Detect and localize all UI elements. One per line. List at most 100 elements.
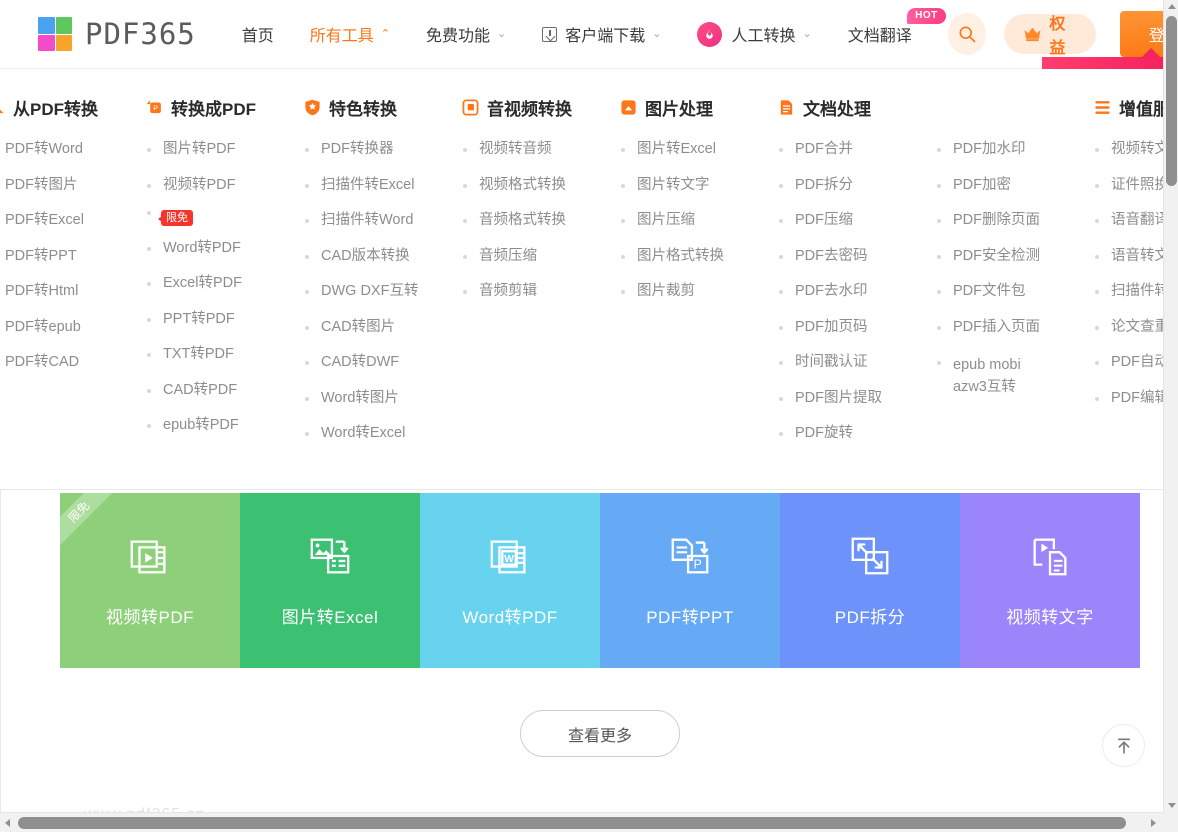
menu-item[interactable]: 语音翻译 xyxy=(1094,212,1163,229)
menu-item[interactable]: 图片转Excel xyxy=(620,141,778,158)
menu-item[interactable]: 语音转文字 xyxy=(1094,248,1163,265)
logo-text: PDF365 xyxy=(85,17,196,51)
featured-tools-row: 限免 视频转PDF 图片转Excel W Word转PDF P PDF转PPT … xyxy=(60,493,1140,668)
menu-item[interactable]: PDF安全检测 xyxy=(936,248,1094,265)
crown-icon xyxy=(1023,26,1042,42)
menu-item[interactable]: PDF转PPT xyxy=(0,248,146,265)
scroll-right-arrow-icon[interactable] xyxy=(1151,819,1156,827)
site-logo[interactable]: PDF365 xyxy=(38,17,196,51)
tile-pdf-to-ppt[interactable]: P PDF转PPT xyxy=(600,493,780,668)
menu-column-title: 转换成PDF xyxy=(171,99,256,119)
hot-badge: HOT xyxy=(907,8,946,24)
scroll-down-arrow-icon[interactable] xyxy=(1168,803,1176,808)
tile-pdf-split[interactable]: PDF拆分 xyxy=(780,493,960,668)
menu-item[interactable]: CAD转图片 xyxy=(304,319,462,336)
menu-item[interactable]: 视频转PDF xyxy=(146,177,304,194)
search-icon xyxy=(959,26,976,43)
scroll-up-arrow-icon[interactable] xyxy=(1168,4,1176,9)
menu-column-title: 特色转换 xyxy=(329,99,397,119)
menu-item[interactable]: PDF转CAD xyxy=(0,354,146,371)
tile-video-to-text[interactable]: 视频转文字 xyxy=(960,493,1140,668)
menu-item[interactable]: PDF编辑 xyxy=(1094,390,1163,407)
menu-item[interactable]: 图片裁剪 xyxy=(620,283,778,300)
menu-item[interactable]: epub mobi azw3互转 xyxy=(936,354,1048,398)
menu-item[interactable]: 扫描件转Word xyxy=(304,212,462,229)
vertical-scrollbar[interactable] xyxy=(1163,0,1178,812)
menu-item[interactable]: PDF转图片 xyxy=(0,177,146,194)
menu-item[interactable]: PDF旋转 xyxy=(778,425,936,442)
menu-item[interactable]: CAD转DWF xyxy=(304,354,462,371)
nav-item-doc-translate[interactable]: 文档翻译 HOT xyxy=(848,8,946,46)
menu-item[interactable]: 音频剪辑 xyxy=(462,283,620,300)
menu-column-header: 音视频转换 xyxy=(462,95,620,119)
menu-item[interactable]: 时间戳认证 xyxy=(778,354,936,371)
menu-item[interactable]: PPT转PDF xyxy=(146,311,304,328)
menu-item[interactable]: PDF加密 xyxy=(936,177,1094,194)
search-button[interactable] xyxy=(947,13,987,55)
menu-item[interactable]: PDF去密码 xyxy=(778,248,936,265)
nav-item-all-tools[interactable]: 所有工具 ⌃ xyxy=(310,22,390,46)
tile-word-to-pdf[interactable]: W Word转PDF xyxy=(420,493,600,668)
menu-column-from-pdf: P 从PDF转换 PDF转Word PDF转图片 PDF转Excel PDF转P… xyxy=(0,95,146,461)
menu-item[interactable]: 音频压缩 xyxy=(462,248,620,265)
menu-item[interactable]: Excel转PDF xyxy=(146,275,304,292)
menu-item[interactable]: PDF插入页面 xyxy=(936,319,1094,336)
menu-item[interactable]: PDF压缩 xyxy=(778,212,936,229)
chevron-down-icon: ⌄ xyxy=(802,27,812,40)
menu-item[interactable]: PDF加水印 xyxy=(936,141,1094,158)
menu-item[interactable]: PDF转epub xyxy=(0,319,146,336)
menu-item[interactable]: PDF转换器 xyxy=(304,141,462,158)
nav-item-free-features[interactable]: 免费功能 ⌄ xyxy=(426,22,506,46)
benefits-button[interactable]: 权益 xyxy=(1004,14,1096,57)
tile-video-to-pdf[interactable]: 限免 视频转PDF xyxy=(60,493,240,668)
horizontal-scrollbar[interactable] xyxy=(0,812,1178,832)
video-to-pdf-icon xyxy=(127,533,173,584)
vertical-scrollbar-thumb[interactable] xyxy=(1166,16,1177,186)
menu-item[interactable]: PDF转Html xyxy=(0,283,146,300)
scroll-left-arrow-icon[interactable] xyxy=(5,819,10,827)
menu-item[interactable]: 论文查重 xyxy=(1094,319,1163,336)
menu-item[interactable]: CAD转PDF xyxy=(146,382,304,399)
menu-item[interactable]: PDF图片提取 xyxy=(778,390,936,407)
tile-image-to-excel[interactable]: 图片转Excel xyxy=(240,493,420,668)
menu-item-list: PDF合并 PDF拆分 PDF压缩 PDF去密码 PDF去水印 PDF加页码 时… xyxy=(778,141,936,442)
nav-item-manual-convert[interactable]: 人工转换 ⌄ xyxy=(697,21,812,47)
horizontal-scrollbar-thumb[interactable] xyxy=(18,817,1126,829)
menu-item[interactable]: 图片压缩 xyxy=(620,212,778,229)
menu-item[interactable]: epub转PDF xyxy=(146,417,304,434)
menu-item[interactable]: PDF文件包 xyxy=(936,283,1094,300)
browser-viewport: PDF365 首页 所有工具 ⌃ 免费功能 ⌄ 客户端下载 ⌄ 人工转换 ⌄ 文… xyxy=(0,0,1178,832)
menu-item[interactable]: 视频格式转换 xyxy=(462,177,620,194)
menu-item[interactable]: PDF自动翻译 xyxy=(1094,354,1163,371)
menu-item[interactable]: 图片转PDF xyxy=(146,141,304,158)
menu-item[interactable]: DWG DXF互转 xyxy=(304,283,462,300)
menu-item[interactable]: CAD版本转换 xyxy=(304,248,462,265)
nav-item-home[interactable]: 首页 xyxy=(242,22,274,46)
menu-item[interactable]: 视频转音频 xyxy=(462,141,620,158)
menu-item[interactable]: PDF删除页面 xyxy=(936,212,1094,229)
menu-item[interactable]: Word转Excel xyxy=(304,425,462,442)
menu-item[interactable]: TXT转PDF xyxy=(146,346,304,363)
pdf-to-ppt-icon: P xyxy=(667,533,713,584)
nav-item-client-download[interactable]: 客户端下载 ⌄ xyxy=(542,22,661,46)
chevron-down-icon: ⌄ xyxy=(497,27,507,40)
menu-item[interactable]: PDF拆分 xyxy=(778,177,936,194)
pdf-split-icon xyxy=(847,533,893,584)
menu-item[interactable]: PDF去水印 xyxy=(778,283,936,300)
menu-item[interactable]: 音频格式转换 xyxy=(462,212,620,229)
menu-item[interactable]: 图片转文字 xyxy=(620,177,778,194)
menu-item[interactable]: PDF合并 xyxy=(778,141,936,158)
menu-item[interactable]: Word转PDF xyxy=(146,240,304,257)
menu-item[interactable]: 视频转文字 xyxy=(1094,141,1163,158)
menu-item[interactable]: PDF转Excel xyxy=(0,212,146,229)
view-more-button[interactable]: 查看更多 xyxy=(520,710,680,757)
back-to-top-button[interactable] xyxy=(1102,724,1145,767)
menu-item[interactable]: Word转图片 xyxy=(304,390,462,407)
menu-item[interactable]: 证件照换底色 xyxy=(1094,177,1163,194)
menu-item[interactable]: 图片格式转换 xyxy=(620,248,778,265)
scrollbar-corner xyxy=(1163,812,1178,832)
menu-item[interactable]: PDF加页码 xyxy=(778,319,936,336)
menu-item[interactable]: 扫描件转换 xyxy=(1094,283,1163,300)
menu-item[interactable]: 扫描件转Excel xyxy=(304,177,462,194)
menu-item[interactable]: PDF转Word xyxy=(0,141,146,158)
